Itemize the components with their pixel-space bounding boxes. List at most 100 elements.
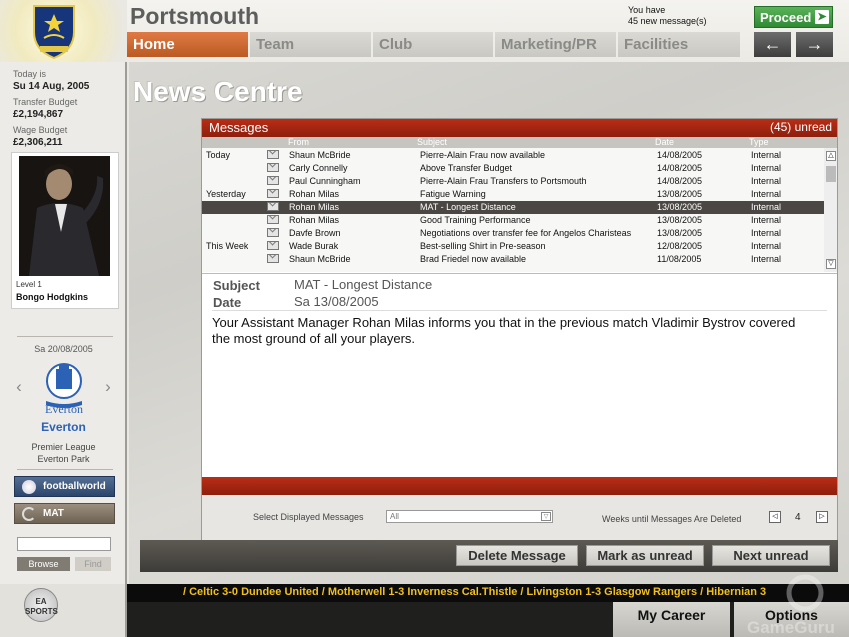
new-messages-notice[interactable]: You have 45 new message(s) [628,5,707,27]
manager-card[interactable]: Level 1 Bongo Hodgkins [11,152,119,309]
back-button[interactable]: ← [754,32,791,57]
fixture-info: Premier League Everton Park [0,441,127,465]
tab-label: Marketing/PR [501,36,597,53]
league-name: Premier League [31,442,96,452]
transfer-budget-value: £2,194,867 [13,109,64,120]
transfer-budget-label: Transfer Budget [13,97,78,107]
message-type: Internal [751,228,782,238]
tab-label: Home [133,36,175,53]
proceed-button[interactable]: Proceed ➤ [754,6,833,28]
message-type: Internal [751,215,782,225]
manager-photo [19,156,110,276]
arrow-right-icon: → [805,34,824,54]
date-label: Date [213,295,242,310]
message-subject: Pierre-Alain Frau Transfers to Portsmout… [420,176,587,186]
tab-club[interactable]: Club [373,32,493,57]
message-detail: Subject MAT - Longest Distance Date Sa 1… [202,273,837,476]
message-subject: Best-selling Shirt in Pre-season [420,241,546,251]
message-date: 14/08/2005 [657,176,703,186]
search-input[interactable] [17,537,111,551]
find-button[interactable]: Find [75,557,111,571]
message-from: Rohan Milas [289,189,340,199]
footballworld-button[interactable]: footballworld [14,476,115,497]
unread-count: (45) unread [769,120,832,134]
browse-button[interactable]: Browse [17,557,70,571]
message-date: 14/08/2005 [657,163,703,173]
scroll-up-icon[interactable]: △ [826,151,836,161]
tab-facilities[interactable]: Facilities [618,32,740,57]
messages-title: Messages [209,120,269,135]
message-date: 13/08/2005 [657,202,703,212]
next-fixture-date: Sa 20/08/2005 [34,344,93,354]
weeks-value: 4 [795,512,801,523]
scrollbar[interactable]: △ ▽ [824,148,837,272]
scroll-thumb[interactable] [826,166,836,182]
tab-home[interactable]: Home [127,32,248,57]
envelope-icon [267,241,279,250]
message-row[interactable]: Today Shaun McBride Pierre-Alain Frau now … [202,149,824,162]
col-type[interactable]: Type [749,137,769,147]
action-bar: Delete Message Mark as unread Next unrea… [140,540,838,572]
message-body: Your Assistant Manager Rohan Milas infor… [212,315,796,346]
envelope-icon [267,163,279,172]
message-row[interactable]: Rohan Milas MAT - Longest Distance 13/08/2… [202,201,824,214]
message-type: Internal [751,163,782,173]
portsmouth-crest-icon [33,5,75,60]
footballworld-label: footballworld [43,481,106,492]
col-from[interactable]: From [288,137,309,147]
message-date: 13/08/2005 [657,189,703,199]
my-career-button[interactable]: My Career [613,602,730,637]
message-row[interactable]: Yesterday Rohan Milas Fatigue Warning 13/08… [202,188,824,201]
message-from: Rohan Milas [289,202,340,212]
opponent-name[interactable]: Everton [0,420,127,434]
message-from: Shaun McBride [289,150,351,160]
forward-button[interactable]: → [796,32,833,57]
date-value: Sa 13/08/2005 [294,294,379,309]
tab-team[interactable]: Team [250,32,371,57]
message-row[interactable]: Davfe Brown Negotiations over transfer fe… [202,227,824,240]
col-subject[interactable]: Subject [417,137,447,147]
message-from: Shaun McBride [289,254,351,264]
notice-line-2: 45 new message(s) [628,16,707,26]
divider [17,336,113,337]
weeks-decrease-icon[interactable]: ◁ [769,511,781,523]
message-subject: Brad Friedel now available [420,254,527,264]
tab-marketing-pr[interactable]: Marketing/PR [495,32,616,57]
mark-unread-button[interactable]: Mark as unread [586,545,704,566]
footer-left [0,584,127,637]
subject-value: MAT - Longest Distance [294,277,433,292]
column-headers: From Subject Date Type [202,137,837,148]
delete-message-button[interactable]: Delete Message [456,545,578,566]
ea-sports-logo: EA SPORTS [24,588,58,622]
scroll-down-icon[interactable]: ▽ [826,259,836,269]
stadium-name: Everton Park [37,454,90,464]
filter-value: All [390,512,399,521]
chevron-right-icon[interactable]: › [101,378,115,396]
notice-line-1: You have [628,5,666,15]
message-filter-select[interactable]: All ▽ [386,510,553,523]
message-row[interactable]: Rohan Milas Good Training Performance 13/0… [202,214,824,227]
envelope-icon [267,215,279,224]
chevron-left-icon[interactable]: ‹ [12,378,26,396]
message-row[interactable]: This Week Wade Burak Best-selling Shirt in… [202,240,824,253]
envelope-icon [267,150,279,159]
message-list: Today Shaun McBride Pierre-Alain Frau now … [202,148,824,272]
select-messages-label: Select Displayed Messages [253,512,364,522]
envelope-icon [267,202,279,211]
manager-name: Bongo Hodgkins [16,292,88,302]
weeks-until-deleted-label: Weeks until Messages Are Deleted [602,514,742,524]
message-row[interactable]: Carly Connelly Above Transfer Budget 14/08… [202,162,824,175]
message-row[interactable]: Paul Cunningham Pierre-Alain Frau Transfe… [202,175,824,188]
col-date[interactable]: Date [655,137,674,147]
gameguru-watermark: GameGuru [747,574,835,637]
subject-label: Subject [213,278,260,293]
message-from: Rohan Milas [289,215,340,225]
page-title: News Centre [133,76,303,107]
message-row[interactable]: Shaun McBride Brad Friedel now available 1… [202,253,824,266]
message-date: 12/08/2005 [657,241,703,251]
wage-budget-label: Wage Budget [13,125,68,135]
mat-button[interactable]: MAT [14,503,115,524]
envelope-icon [267,254,279,263]
weeks-increase-icon[interactable]: ▷ [816,511,828,523]
next-unread-button[interactable]: Next unread [712,545,830,566]
